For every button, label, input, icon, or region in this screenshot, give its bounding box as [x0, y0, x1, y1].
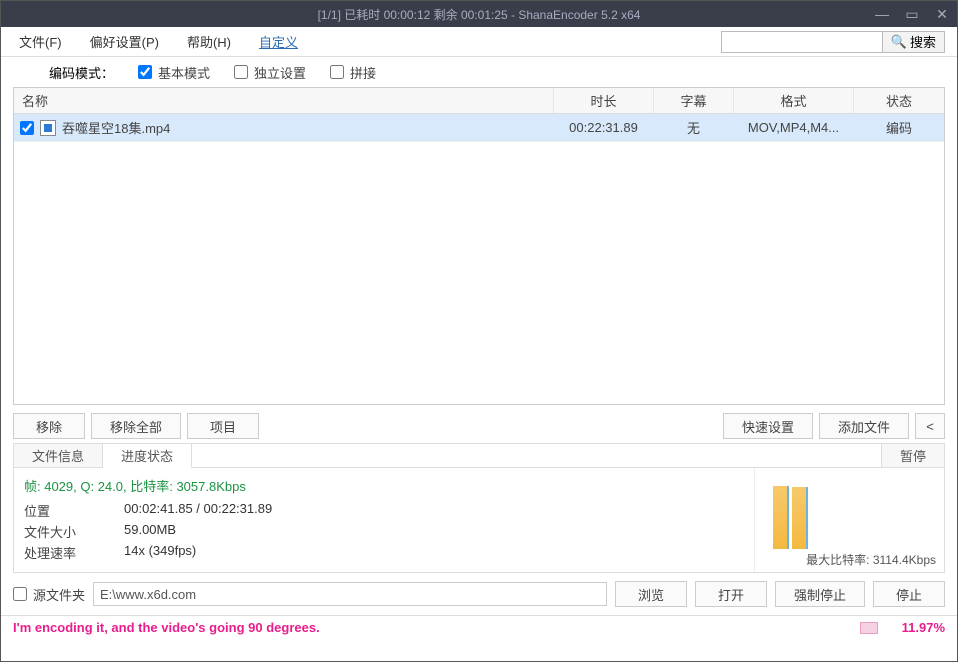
progress-percent: 11.97% [902, 620, 945, 635]
max-bitrate-label: 最大比特率: 3114.4Kbps [763, 549, 936, 568]
table-header: 名称 时长 字幕 格式 状态 [14, 88, 944, 114]
tab-progress[interactable]: 进度状态 [103, 444, 192, 468]
video-file-icon [40, 120, 56, 136]
col-duration[interactable]: 时长 [554, 88, 654, 113]
quick-settings-button[interactable]: 快速设置 [723, 413, 813, 439]
mode-basic-checkbox[interactable] [138, 65, 152, 79]
source-path-input[interactable] [93, 582, 607, 606]
status-bar: I'm encoding it, and the video's going 9… [1, 615, 957, 639]
maximize-button[interactable]: ▭ [897, 1, 927, 27]
stats-top-line: 帧: 4029, Q: 24.0, 比特率: 3057.8Kbps [24, 476, 744, 495]
speed-label: 处理速率 [24, 543, 84, 562]
speed-value: 14x (349fps) [124, 543, 196, 562]
progress-stats: 帧: 4029, Q: 24.0, 比特率: 3057.8Kbps 位置 00:0… [14, 468, 754, 572]
menu-file[interactable]: 文件(F) [13, 30, 68, 53]
status-message: I'm encoding it, and the video's going 9… [13, 620, 320, 635]
filesize-value: 59.00MB [124, 522, 176, 541]
mode-splice[interactable]: 拼接 [330, 63, 376, 82]
add-file-button[interactable]: 添加文件 [819, 413, 909, 439]
source-row: 源文件夹 浏览 打开 强制停止 停止 [1, 573, 957, 615]
col-name[interactable]: 名称 [14, 88, 554, 113]
info-panel: 文件信息 进度状态 暂停 帧: 4029, Q: 24.0, 比特率: 3057… [13, 443, 945, 573]
search-box: 🔍 搜索 [721, 31, 945, 53]
bitrate-graph [763, 472, 936, 549]
tab-file-info[interactable]: 文件信息 [14, 444, 103, 467]
row-filename: 吞噬星空18集.mp4 [62, 118, 170, 137]
stop-button[interactable]: 停止 [873, 581, 945, 607]
pause-button[interactable]: 暂停 [881, 444, 944, 467]
mode-splice-checkbox[interactable] [330, 65, 344, 79]
menu-help[interactable]: 帮助(H) [181, 30, 237, 53]
menubar: 文件(F) 偏好设置(P) 帮助(H) 自定义 🔍 搜索 [1, 27, 957, 57]
force-stop-button[interactable]: 强制停止 [775, 581, 865, 607]
filesize-label: 文件大小 [24, 522, 84, 541]
row-format: MOV,MP4,M4... [734, 114, 854, 141]
search-button-label: 搜索 [910, 32, 936, 51]
source-folder-label: 源文件夹 [13, 585, 85, 604]
browse-button[interactable]: 浏览 [615, 581, 687, 607]
info-tabs: 文件信息 进度状态 暂停 [14, 444, 944, 468]
source-folder-checkbox[interactable] [13, 587, 27, 601]
search-icon: 🔍 [891, 34, 907, 50]
file-table: 名称 时长 字幕 格式 状态 吞噬星空18集.mp4 00:22:31.89 无… [13, 87, 945, 405]
progress-indicator [860, 622, 878, 634]
window-title: [1/1] 已耗时 00:00:12 剩余 00:01:25 - ShanaEn… [1, 6, 957, 23]
remove-button[interactable]: 移除 [13, 413, 85, 439]
close-button[interactable]: ✕ [927, 1, 957, 27]
col-subtitle[interactable]: 字幕 [654, 88, 734, 113]
titlebar: [1/1] 已耗时 00:00:12 剩余 00:01:25 - ShanaEn… [1, 1, 957, 27]
row-subtitle: 无 [654, 114, 734, 141]
minimize-button[interactable]: — [867, 1, 897, 27]
bitrate-graph-panel: 最大比特率: 3114.4Kbps [754, 468, 944, 572]
remove-all-button[interactable]: 移除全部 [91, 413, 181, 439]
encode-mode-bar: 编码模式： 基本模式 独立设置 拼接 [1, 57, 957, 87]
search-button[interactable]: 🔍 搜索 [882, 32, 944, 52]
row-status: 编码 [854, 114, 944, 141]
position-value: 00:02:41.85 / 00:22:31.89 [124, 501, 272, 520]
project-button[interactable]: 项目 [187, 413, 259, 439]
row-checkbox[interactable] [20, 121, 34, 135]
graph-bar [773, 486, 789, 549]
mode-independent-checkbox[interactable] [234, 65, 248, 79]
menu-preferences[interactable]: 偏好设置(P) [84, 30, 165, 53]
search-input[interactable] [722, 35, 882, 49]
mode-independent[interactable]: 独立设置 [234, 63, 306, 82]
encode-mode-label: 编码模式： [49, 63, 114, 82]
menu-custom[interactable]: 自定义 [253, 30, 304, 53]
col-status[interactable]: 状态 [854, 88, 944, 113]
position-label: 位置 [24, 501, 84, 520]
action-buttons: 移除 移除全部 项目 快速设置 添加文件 < [1, 405, 957, 443]
open-button[interactable]: 打开 [695, 581, 767, 607]
row-duration: 00:22:31.89 [554, 114, 654, 141]
col-format[interactable]: 格式 [734, 88, 854, 113]
mode-basic[interactable]: 基本模式 [138, 63, 210, 82]
expand-button[interactable]: < [915, 413, 945, 439]
table-row[interactable]: 吞噬星空18集.mp4 00:22:31.89 无 MOV,MP4,M4... … [14, 114, 944, 142]
graph-bar [792, 487, 808, 549]
